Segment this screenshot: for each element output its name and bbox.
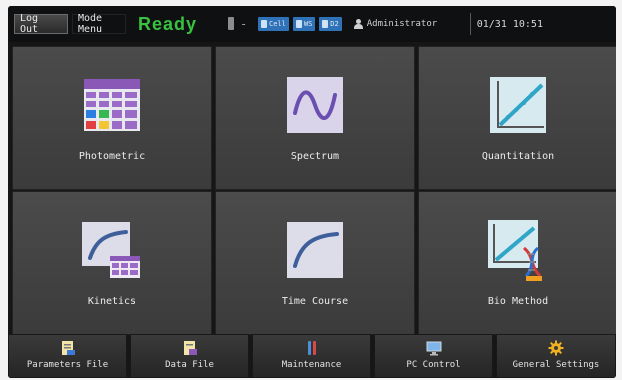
data-file-button[interactable]: Data File xyxy=(130,334,249,378)
bio-method-dna-icon xyxy=(486,218,550,282)
mode-label: Time Course xyxy=(281,296,349,307)
kinetics-curve-icon xyxy=(80,218,144,282)
user-label: Administrator xyxy=(366,19,438,29)
mode-tile-photometric[interactable]: Photometric xyxy=(12,46,212,190)
d2-status-chip: D2 xyxy=(319,17,342,31)
mode-tile-quantitation[interactable]: Quantitation xyxy=(418,46,616,190)
ws-status-chip: WS xyxy=(292,17,316,31)
maintenance-icon xyxy=(304,340,320,356)
photometric-grid-icon xyxy=(80,73,144,137)
mode-tile-kinetics[interactable]: Kinetics xyxy=(12,191,212,335)
mode-menu-button[interactable]: Mode Menu xyxy=(72,13,126,35)
ws-icon xyxy=(295,20,302,28)
status-text: Ready xyxy=(138,13,198,34)
mode-label: Bio Method xyxy=(487,296,549,307)
top-status-bar: Log Out Mode Menu Ready - Cell WS D2 Adm… xyxy=(8,6,616,42)
bottom-label: Data File xyxy=(165,360,214,370)
mode-label: Quantitation xyxy=(481,151,555,162)
user-indicator: Administrator xyxy=(353,19,464,29)
chip-label: D2 xyxy=(330,20,339,28)
datetime-display: 01/31 10:51 xyxy=(469,13,543,35)
mode-tile-spectrum[interactable]: Spectrum xyxy=(215,46,415,190)
logout-button[interactable]: Log Out xyxy=(14,13,68,35)
parameters-file-button[interactable]: Parameters File xyxy=(8,334,127,378)
bottom-label: General Settings xyxy=(512,360,600,370)
mode-label: Spectrum xyxy=(290,151,340,162)
chip-label: WS xyxy=(303,20,313,28)
mode-tile-time-course[interactable]: Time Course xyxy=(215,191,415,335)
bottom-label: Parameters File xyxy=(26,360,109,370)
pc-control-button[interactable]: PC Control xyxy=(374,334,493,378)
gear-icon xyxy=(548,340,564,356)
cell-status-chip: Cell xyxy=(258,17,289,31)
bottom-label: Maintenance xyxy=(281,360,342,370)
lamp-icon xyxy=(224,16,238,32)
maintenance-button[interactable]: Maintenance xyxy=(252,334,371,378)
d2-icon xyxy=(322,20,329,28)
instrument-screen: Log Out Mode Menu Ready - Cell WS D2 Adm… xyxy=(8,6,616,378)
chip-label: Cell xyxy=(269,20,286,28)
user-icon xyxy=(353,19,363,29)
separator-text: - xyxy=(240,17,248,31)
spectrum-wave-icon xyxy=(283,73,347,137)
general-settings-button[interactable]: General Settings xyxy=(496,334,616,378)
pc-monitor-icon xyxy=(426,340,442,356)
parameters-file-icon xyxy=(60,340,76,356)
time-course-curve-icon xyxy=(283,218,347,282)
cell-icon xyxy=(261,20,267,28)
mode-tile-bio-method[interactable]: Bio Method xyxy=(418,191,616,335)
bottom-label: PC Control xyxy=(406,360,461,370)
data-file-icon xyxy=(182,340,198,356)
mode-label: Kinetics xyxy=(87,296,137,307)
mode-label: Photometric xyxy=(78,151,146,162)
quantitation-chart-icon xyxy=(486,73,550,137)
